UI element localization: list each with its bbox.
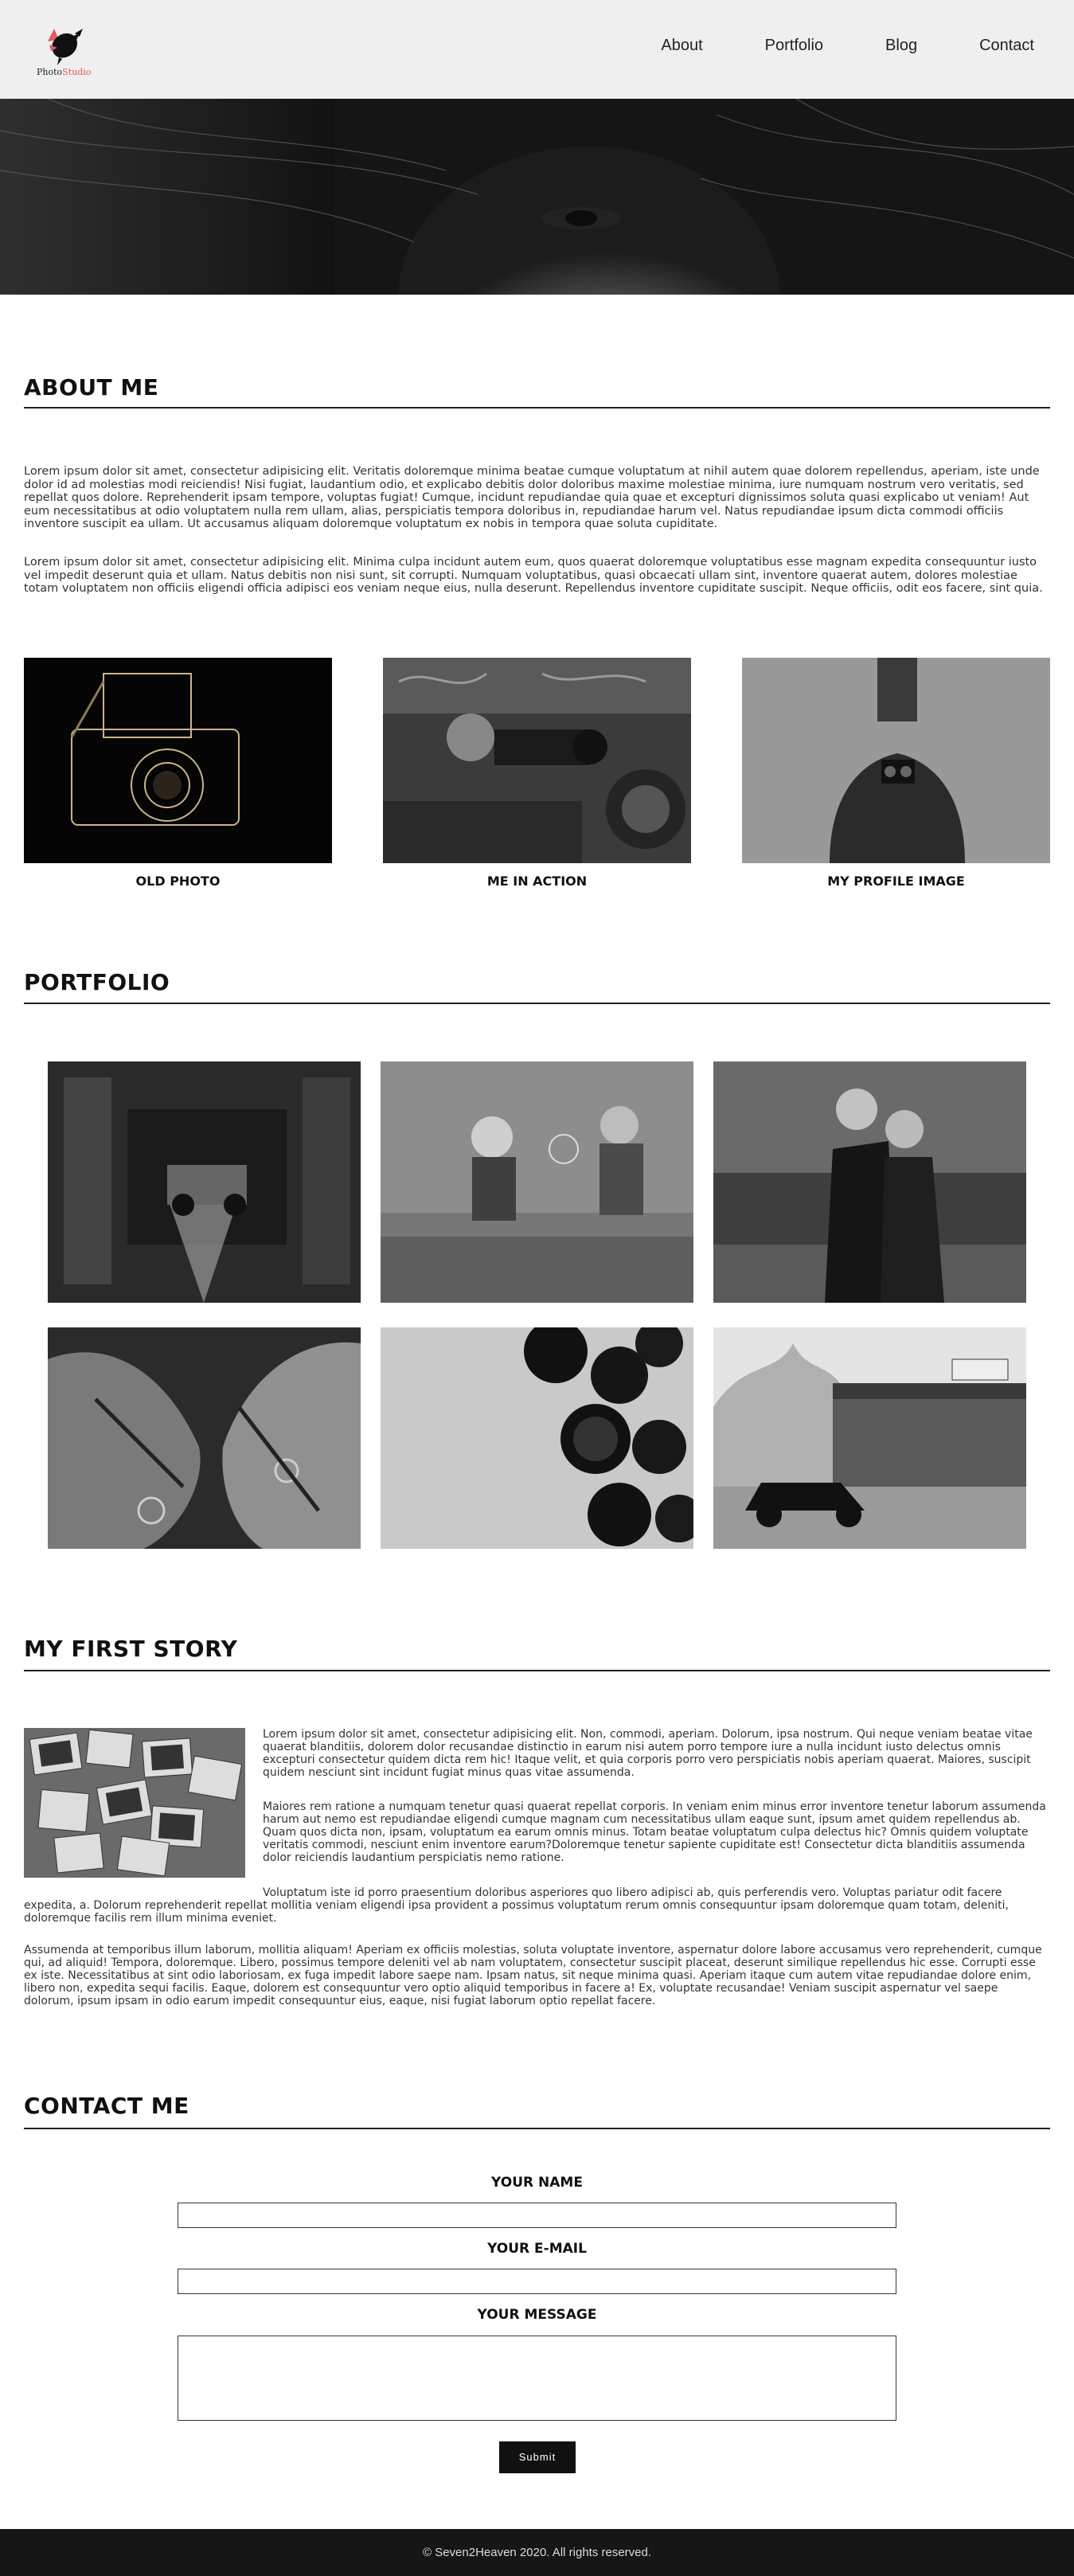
email-input[interactable] <box>178 2269 896 2294</box>
story-paragraph-4: Assumenda at temporibus illum laborum, m… <box>24 1944 1042 2007</box>
hero-image <box>0 99 1074 295</box>
caption-old-photo: OLD PHOTO <box>135 874 221 889</box>
site-footer: © Seven2Heaven 2020. All rights reserved… <box>0 2529 1074 2576</box>
message-textarea[interactable] <box>178 2336 896 2421</box>
story-title: MY FIRST STORY <box>24 1636 238 1662</box>
nav-about[interactable]: About <box>661 37 702 55</box>
about-divider <box>24 407 1050 408</box>
name-label: YOUR NAME <box>491 2175 583 2191</box>
logo-text-b: Studio <box>62 67 92 77</box>
story-photos-image <box>24 1728 245 1878</box>
footer-copyright: © Seven2Heaven 2020. All rights reserved… <box>422 2546 652 2559</box>
caption-profile-image: MY PROFILE IMAGE <box>827 874 965 889</box>
name-input[interactable] <box>178 2203 896 2228</box>
story-paragraph-2: Maiores rem ratione a numquam tenetur qu… <box>263 1800 1046 1864</box>
portfolio-image-lens-caps[interactable] <box>381 1327 693 1549</box>
nav-portfolio[interactable]: Portfolio <box>765 37 823 55</box>
nav-blog[interactable]: Blog <box>885 37 917 55</box>
logo-text: PhotoStudio <box>37 67 91 77</box>
about-title: ABOUT ME <box>24 374 159 401</box>
my-profile-image <box>742 658 1050 863</box>
contact-divider <box>24 2128 1050 2129</box>
old-photo-image <box>24 658 332 863</box>
story-paragraph-1: Lorem ipsum dolor sit amet, consectetur … <box>263 1728 1033 1779</box>
site-header: PhotoStudio About Portfolio Blog Contact <box>0 0 1074 99</box>
portfolio-image-horses[interactable] <box>48 1327 361 1549</box>
about-paragraph-1: Lorem ipsum dolor sit amet, consectetur … <box>24 465 1040 530</box>
portfolio-image-corridor[interactable] <box>48 1061 361 1303</box>
main-nav: About Portfolio Blog Contact <box>599 37 1034 55</box>
nav-contact[interactable]: Contact <box>979 37 1034 55</box>
submit-button[interactable]: Submit <box>499 2441 576 2473</box>
portfolio-image-couple[interactable] <box>713 1061 1026 1303</box>
message-label: YOUR MESSAGE <box>477 2307 597 2323</box>
portfolio-divider <box>24 1003 1050 1004</box>
logo-text-a: Photo <box>37 67 63 77</box>
story-paragraph-3: Voluptatum iste id porro praesentium dol… <box>24 1886 1009 1925</box>
portfolio-image-kids[interactable] <box>381 1061 693 1303</box>
email-label: YOUR E-MAIL <box>487 2241 587 2257</box>
portfolio-image-general-store[interactable] <box>713 1327 1026 1549</box>
contact-title: CONTACT ME <box>24 2093 189 2119</box>
story-divider <box>24 1670 1050 1671</box>
me-in-action-image <box>383 658 691 863</box>
portfolio-title: PORTFOLIO <box>24 969 170 995</box>
about-paragraph-2: Lorem ipsum dolor sit amet, consectetur … <box>24 556 1043 595</box>
caption-me-in-action: ME IN ACTION <box>486 874 588 889</box>
